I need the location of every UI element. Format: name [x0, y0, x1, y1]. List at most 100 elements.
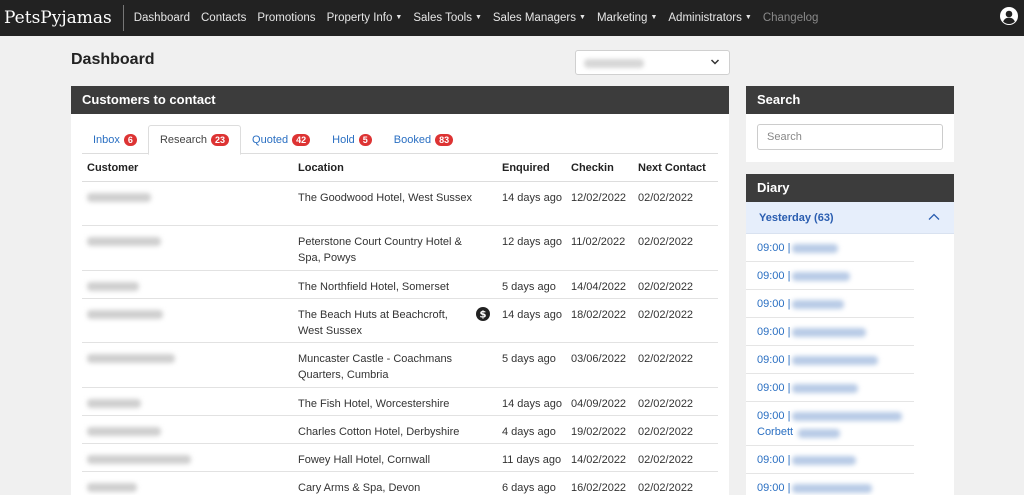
nav-property-info[interactable]: Property Info ▼ [327, 12, 403, 24]
location-cell: The Goodwood Hotel, West Sussex [298, 192, 473, 204]
redacted-diary-entry[interactable] [792, 412, 902, 421]
redacted-customer-name[interactable] [87, 427, 161, 436]
enquired-cell: 4 days ago [502, 426, 556, 438]
caret-down-icon: ▼ [474, 14, 482, 21]
redacted-customer-name[interactable] [87, 193, 151, 202]
user-circle-icon[interactable] [1000, 7, 1018, 25]
checkin-cell: 11/02/2022 [571, 236, 626, 248]
enquired-cell: 14 days ago [502, 398, 562, 410]
redacted-customer-name[interactable] [87, 399, 141, 408]
redacted-customer-name[interactable] [87, 354, 175, 363]
diary-item[interactable]: 09:00 | Corbett [746, 402, 914, 446]
diary-time: 09:00 | [757, 454, 791, 466]
table-row[interactable]: The Goodwood Hotel, West Sussex 14 days … [82, 182, 718, 226]
redacted-diary-entry[interactable] [792, 456, 856, 465]
dollar-icon: $ [476, 307, 490, 321]
diary-item[interactable]: 09:00 | [746, 318, 914, 346]
location-cell: Peterstone Court Country Hotel & Spa, Po… [298, 236, 462, 264]
diary-item[interactable]: 09:00 | [746, 234, 914, 262]
redacted-customer-name[interactable] [87, 282, 139, 291]
location-cell: Charles Cotton Hotel, Derbyshire [298, 426, 460, 438]
tab-inbox[interactable]: Inbox 6 [82, 125, 148, 154]
tab-hold[interactable]: Hold 5 [321, 125, 383, 154]
table-row[interactable]: The Fish Hotel, Worcestershire 14 days a… [82, 388, 718, 416]
chevron-up-icon[interactable] [928, 212, 940, 222]
redacted-diary-entry[interactable] [792, 300, 844, 309]
count-badge: 83 [435, 133, 454, 146]
column-header-enquired[interactable]: Enquired [502, 162, 550, 174]
diary-item[interactable]: 09:00 | [746, 262, 914, 290]
redacted-diary-entry[interactable] [792, 356, 878, 365]
redacted-customer-name[interactable] [87, 237, 161, 246]
search-input[interactable] [757, 124, 943, 150]
diary-time: 09:00 | [757, 326, 791, 338]
next-contact-cell: 02/02/2022 [638, 353, 694, 365]
nav-contacts[interactable]: Contacts [201, 12, 246, 24]
diary-panel: Diary Yesterday (63) 09:00 | 09:00 | 09:… [746, 174, 954, 495]
customers-panel: Customers to contact Inbox 6 Research 23 Q… [71, 86, 729, 495]
diary-entry-name[interactable]: Corbett [757, 426, 793, 438]
redacted-diary-entry[interactable] [792, 328, 866, 337]
page-title: Dashboard [71, 51, 155, 68]
diary-time: 09:00 | [757, 482, 791, 494]
table-row[interactable]: The Beach Huts at Beachcroft, West Susse… [82, 299, 718, 343]
diary-item[interactable]: 09:00 | [746, 290, 914, 318]
count-badge: 5 [358, 133, 372, 146]
filter-dropdown[interactable] [575, 50, 730, 75]
brand-logo[interactable]: PetsPyjamas [0, 5, 124, 31]
location-cell: The Fish Hotel, Worcestershire [298, 398, 450, 410]
column-header-location[interactable]: Location [298, 162, 473, 174]
diary-time: 09:00 | [757, 354, 791, 366]
customers-table: Customer Location Enquired Checkin Next … [82, 154, 718, 495]
redacted-customer-name[interactable] [87, 455, 191, 464]
next-contact-cell: 02/02/2022 [638, 309, 694, 321]
tab-research[interactable]: Research 23 [147, 125, 242, 155]
nav-dashboard-label: Dashboard [133, 12, 190, 24]
nav-property-info-label: Property Info [326, 12, 393, 24]
nav-contacts-label: Contacts [201, 12, 247, 24]
tab-research-label: Research [159, 134, 208, 146]
column-header-checkin[interactable]: Checkin [571, 162, 614, 174]
diary-item[interactable]: 09:00 | [746, 474, 914, 495]
nav-sales-managers[interactable]: Sales Managers ▼ [493, 12, 586, 24]
diary-time: 09:00 | [757, 298, 791, 310]
redacted-customer-name[interactable] [87, 483, 137, 492]
table-row[interactable]: Cary Arms & Spa, Devon 6 days ago 16/02/… [82, 472, 718, 495]
customers-panel-title: Customers to contact [71, 86, 729, 114]
enquired-cell: 6 days ago [502, 482, 556, 494]
nav-sales-tools[interactable]: Sales Tools ▼ [413, 12, 482, 24]
diary-time: 09:00 | [757, 410, 791, 422]
tab-quoted[interactable]: Quoted 42 [241, 125, 321, 154]
diary-time: 09:00 | [757, 242, 791, 254]
next-contact-cell: 02/02/2022 [638, 192, 694, 204]
nav-dashboard[interactable]: Dashboard [134, 12, 190, 24]
diary-item[interactable]: 09:00 | [746, 374, 914, 402]
redacted-diary-entry[interactable] [792, 484, 872, 493]
redacted-diary-entry[interactable] [792, 384, 858, 393]
diary-item[interactable]: 09:00 | [746, 446, 914, 474]
table-row[interactable]: The Northfield Hotel, Somerset 5 days ag… [82, 271, 718, 299]
nav-sales-tools-label: Sales Tools [413, 12, 472, 24]
redacted-diary-entry[interactable] [792, 272, 850, 281]
nav-marketing[interactable]: Marketing ▼ [597, 12, 657, 24]
column-header-next-contact[interactable]: Next Contact [638, 162, 706, 174]
tab-booked[interactable]: Booked 83 [383, 125, 464, 154]
diary-section-yesterday[interactable]: Yesterday (63) [746, 202, 954, 234]
table-row[interactable]: Charles Cotton Hotel, Derbyshire 4 days … [82, 416, 718, 444]
table-row[interactable]: Muncaster Castle - Coachmans Quarters, C… [82, 343, 718, 388]
diary-item[interactable]: 09:00 | [746, 346, 914, 374]
table-row[interactable]: Peterstone Court Country Hotel & Spa, Po… [82, 226, 718, 271]
nav-promotions[interactable]: Promotions [257, 12, 315, 24]
redacted-diary-entry[interactable] [798, 429, 840, 438]
nav-administrators[interactable]: Administrators ▼ [668, 12, 751, 24]
nav-changelog[interactable]: Changelog [763, 12, 819, 24]
redacted-diary-entry[interactable] [792, 244, 838, 253]
diary-time: 09:00 | [757, 270, 791, 282]
table-row[interactable]: Fowey Hall Hotel, Cornwall 11 days ago 1… [82, 444, 718, 472]
redacted-customer-name[interactable] [87, 310, 163, 319]
location-cell: The Beach Huts at Beachcroft, West Susse… [298, 309, 448, 337]
column-header-customer[interactable]: Customer [87, 162, 138, 174]
checkin-cell: 04/09/2022 [571, 398, 627, 410]
tab-hold-label: Hold [332, 133, 355, 146]
enquired-cell: 12 days ago [502, 236, 562, 248]
